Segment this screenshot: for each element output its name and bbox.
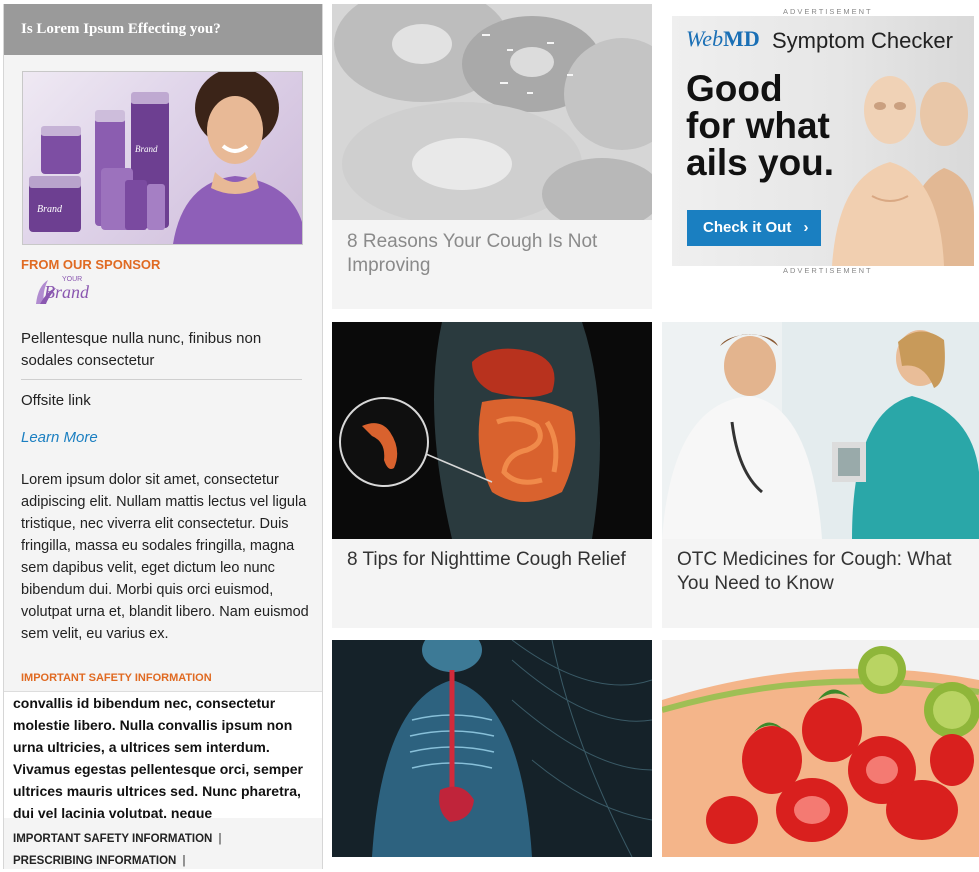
- learn-more-link[interactable]: Learn More: [21, 429, 98, 446]
- svg-text:Brand: Brand: [135, 144, 158, 154]
- article-card-otc-medicines[interactable]: OTC Medicines for Cough: What You Need t…: [662, 322, 979, 628]
- ad-label-bottom: ADVERTISEMENT: [783, 266, 873, 275]
- sponsor-divider: [21, 379, 302, 380]
- isi-heading: IMPORTANT SAFETY INFORMATION: [21, 672, 212, 684]
- svg-text:Brand: Brand: [37, 204, 63, 215]
- article-card-cough-not-improving[interactable]: 8 Reasons Your Cough Is Not Improving: [332, 4, 652, 309]
- donuts-image: [332, 4, 652, 220]
- anatomy-figures: [832, 76, 974, 266]
- chevron-right-icon: ›: [803, 219, 809, 236]
- doctor-patient-image: [662, 322, 979, 539]
- sponsor-title: Pellentesque nulla nunc, finibus non sod…: [21, 330, 262, 369]
- sponsor-body-text: Lorem ipsum dolor sit amet, consectetur …: [21, 472, 309, 642]
- brand-logo-text: Brand: [44, 282, 89, 302]
- ad-label-top: ADVERTISEMENT: [783, 7, 873, 16]
- check-it-out-label: Check it Out: [703, 219, 792, 236]
- isi-link-separator: |: [218, 833, 222, 845]
- article-title[interactable]: 8 Tips for Nighttime Cough Relief: [347, 548, 637, 572]
- donuts-illustration: [332, 4, 652, 220]
- check-it-out-button[interactable]: Check it Out ›: [687, 210, 821, 246]
- intestines-image: [332, 322, 652, 539]
- webmd-logo-md: MD: [723, 26, 760, 51]
- sponsor-header: Is Lorem Ipsum Effecting you?: [4, 4, 322, 55]
- isi-scroll-box[interactable]: convallis id bibendum nec, consectetur m…: [4, 691, 322, 818]
- isi-links: IMPORTANT SAFETY INFORMATION | PRESCRIBI…: [13, 828, 222, 872]
- article-title[interactable]: 8 Reasons Your Cough Is Not Improving: [347, 230, 637, 278]
- sponsor-panel: Is Lorem Ipsum Effecting you? Brand Bran…: [3, 4, 323, 869]
- isi-text: convallis id bibendum nec, consectetur m…: [13, 695, 303, 818]
- prescribing-info-link[interactable]: PRESCRIBING INFORMATION: [13, 855, 176, 867]
- intestines-illustration: [332, 322, 652, 539]
- ad-product-name: Symptom Checker: [772, 28, 953, 53]
- product-illustration: Brand Brand: [29, 72, 302, 244]
- webmd-ad[interactable]: WebMD Symptom Checker Good for what ails…: [672, 16, 974, 266]
- from-sponsor-label: FROM OUR SPONSOR: [21, 257, 161, 272]
- doctor-patient-illustration: [662, 322, 979, 539]
- fruit-bowl-illustration: [662, 640, 979, 857]
- article-card-xray-body[interactable]: [332, 640, 652, 857]
- article-title[interactable]: OTC Medicines for Cough: What You Need t…: [677, 548, 967, 596]
- prescribing-link-separator: |: [182, 855, 186, 867]
- sponsor-product-image[interactable]: Brand Brand: [22, 71, 303, 245]
- isi-link[interactable]: IMPORTANT SAFETY INFORMATION: [13, 833, 212, 845]
- webmd-logo: WebMD: [686, 26, 760, 52]
- xray-body-illustration: [332, 640, 652, 857]
- article-card-fruit[interactable]: [662, 640, 979, 857]
- article-card-nighttime-cough[interactable]: 8 Tips for Nighttime Cough Relief: [332, 322, 652, 628]
- brand-logo[interactable]: YOUR Brand: [34, 276, 114, 311]
- offsite-link[interactable]: Offsite link: [21, 392, 91, 409]
- webmd-logo-web: Web: [686, 26, 724, 51]
